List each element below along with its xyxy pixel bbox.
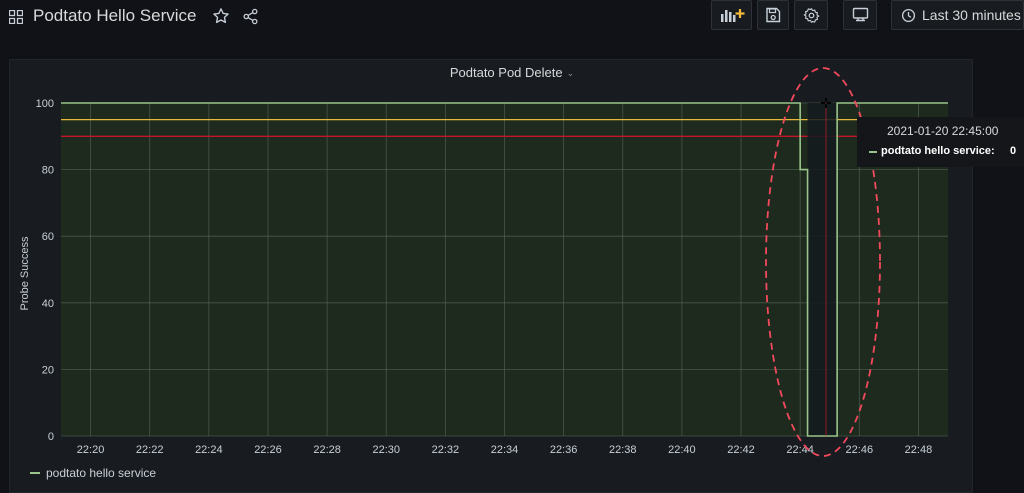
x-tick-label: 22:24 xyxy=(195,444,223,456)
x-tick-label: 22:44 xyxy=(786,444,814,456)
tooltip-series-swatch xyxy=(869,151,877,153)
tooltip-time: 2021-01-20 22:45:00 xyxy=(887,124,999,138)
x-tick-label: 22:46 xyxy=(846,444,874,456)
x-tick-label: 22:32 xyxy=(432,444,460,456)
cursor-icon: ✛ xyxy=(820,96,832,112)
tooltip-series-value: 0 xyxy=(1010,145,1017,157)
y-tick-label: 60 xyxy=(42,231,54,243)
graph-tooltip: 2021-01-20 22:45:00 podtato hello servic… xyxy=(857,117,1024,167)
x-tick-label: 22:42 xyxy=(727,444,755,456)
y-axis-label: Probe Success xyxy=(19,236,31,310)
graph-chart[interactable]: 0 20 40 60 80 100 22:20 22:22 22:24 22:26 22:28 22:… xyxy=(0,0,1024,493)
x-tick-label: 22:20 xyxy=(77,444,105,456)
y-tick-label: 80 xyxy=(42,165,54,177)
x-tick-label: 22:40 xyxy=(668,444,696,456)
legend-series-swatch[interactable] xyxy=(30,472,40,474)
graph-legend: podtato hello service xyxy=(30,466,156,480)
y-tick-label: 20 xyxy=(42,364,54,376)
x-tick-label: 22:28 xyxy=(313,444,341,456)
x-tick-label: 22:22 xyxy=(136,444,164,456)
x-tick-label: 22:26 xyxy=(254,444,282,456)
x-tick-label: 22:30 xyxy=(372,444,400,456)
y-tick-label: 40 xyxy=(42,298,54,310)
tooltip-series-name: podtato hello service: xyxy=(881,145,995,157)
x-tick-label: 22:38 xyxy=(609,444,637,456)
x-tick-label: 22:36 xyxy=(550,444,578,456)
y-tick-label: 100 xyxy=(36,98,54,110)
x-tick-label: 22:34 xyxy=(491,444,519,456)
y-tick-label: 0 xyxy=(48,431,54,443)
outage-region xyxy=(807,103,838,436)
x-tick-label: 22:48 xyxy=(905,444,933,456)
legend-series-label[interactable]: podtato hello service xyxy=(46,466,156,480)
